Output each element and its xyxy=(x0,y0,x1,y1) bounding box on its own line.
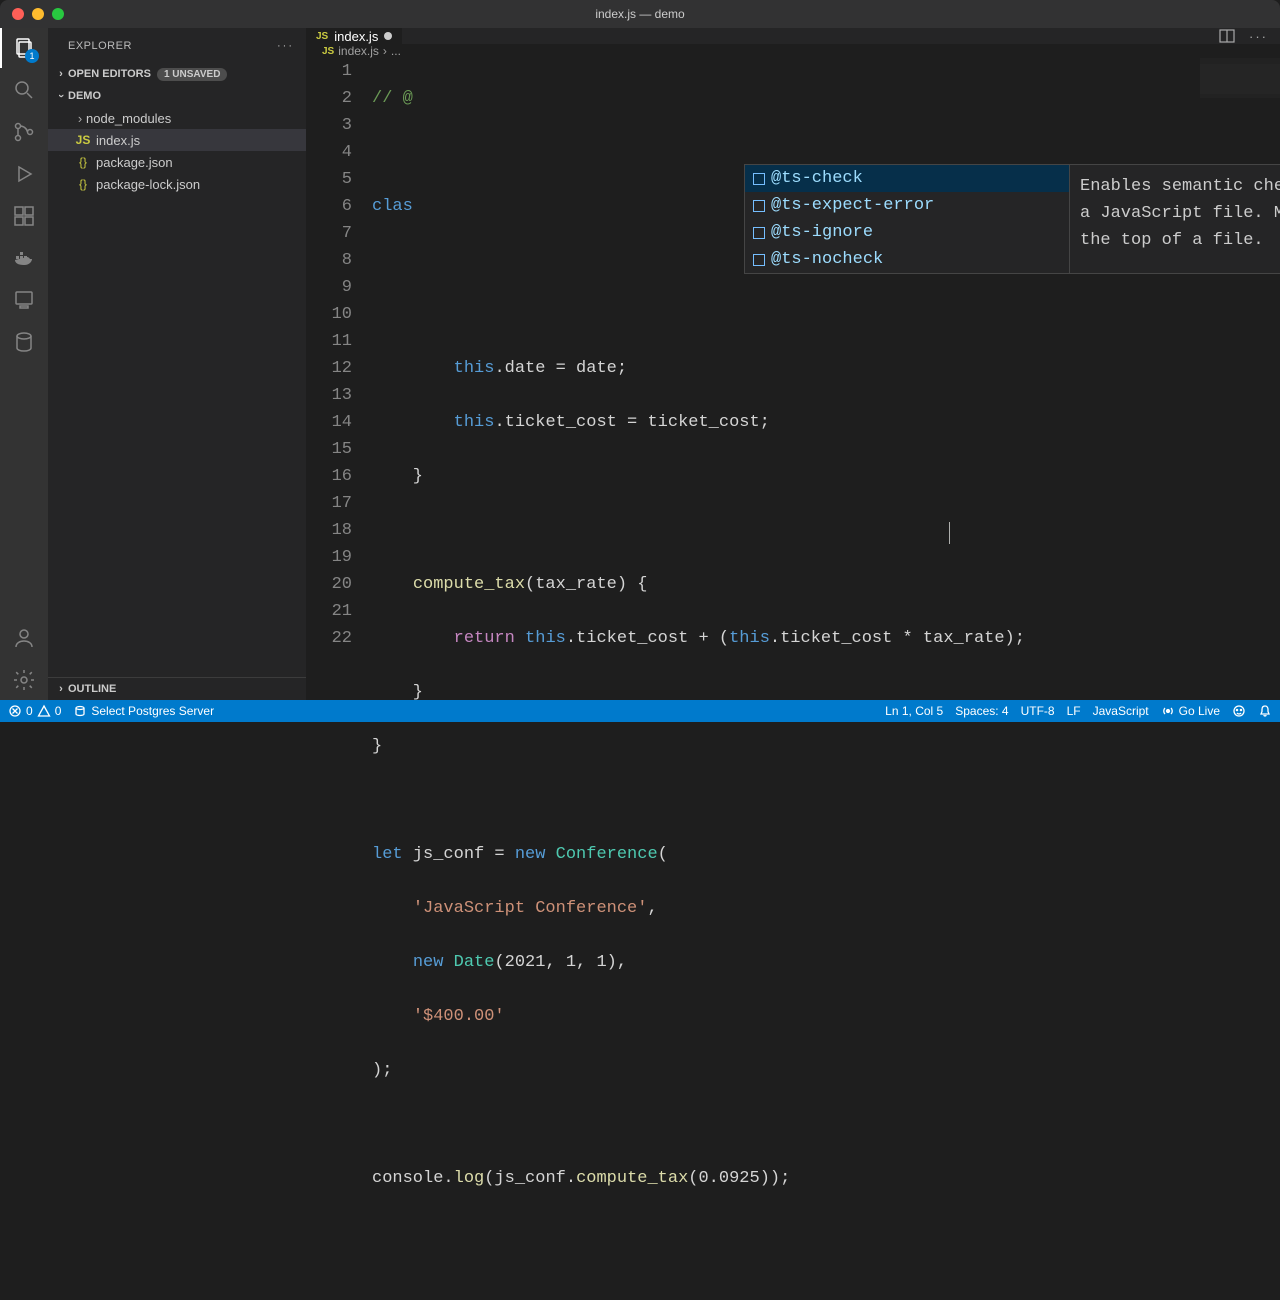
tab-label: index.js xyxy=(334,29,378,44)
editor-more-icon[interactable]: ··· xyxy=(1249,29,1268,44)
json-file-icon: {} xyxy=(74,155,92,169)
snippet-icon xyxy=(753,254,765,266)
minimize-window-button[interactable] xyxy=(32,8,44,20)
unsaved-badge: 1 UNSAVED xyxy=(157,68,228,81)
breadcrumb-file: index.js xyxy=(338,44,379,58)
editor-area: JS index.js ··· JS index.js › ... 123456… xyxy=(306,28,1280,700)
debug-icon[interactable] xyxy=(12,162,36,186)
folder-node-modules[interactable]: › node_modules xyxy=(48,107,306,129)
file-label: package-lock.json xyxy=(96,177,200,192)
gear-icon[interactable] xyxy=(12,668,36,692)
project-section[interactable]: › DEMO xyxy=(48,85,306,107)
suggest-item-ts-check[interactable]: @ts-check xyxy=(745,165,1069,192)
window-title: index.js — demo xyxy=(595,7,684,21)
database-icon[interactable] xyxy=(12,330,36,354)
snippet-icon xyxy=(753,200,765,212)
account-icon[interactable] xyxy=(12,626,36,650)
traffic-lights xyxy=(0,8,64,20)
folder-label: node_modules xyxy=(86,111,171,126)
outline-label: OUTLINE xyxy=(68,683,116,695)
docker-icon[interactable] xyxy=(12,246,36,270)
tab-row: JS index.js ··· xyxy=(306,28,1280,44)
outline-section[interactable]: › OUTLINE xyxy=(48,678,306,700)
titlebar: index.js — demo xyxy=(0,0,1280,28)
file-package-json[interactable]: {} package.json xyxy=(48,151,306,173)
source-control-icon[interactable] xyxy=(12,120,36,144)
open-editors-label: OPEN EDITORS xyxy=(68,68,151,80)
suggest-detail: × Enables semantic checking in a JavaScr… xyxy=(1070,164,1280,274)
js-file-icon: JS xyxy=(316,31,328,42)
tab-index-js[interactable]: JS index.js xyxy=(306,28,403,44)
sidebar-more-icon[interactable]: ··· xyxy=(277,40,294,52)
breadcrumbs[interactable]: JS index.js › ... xyxy=(306,44,1280,58)
intellisense-popup: @ts-check @ts-expect-error @ts-ignore @t… xyxy=(744,164,1280,274)
json-file-icon: {} xyxy=(74,177,92,191)
dirty-indicator-icon xyxy=(384,32,392,40)
chevron-right-icon: › xyxy=(383,44,387,58)
suggest-item-ts-expect-error[interactable]: @ts-expect-error xyxy=(745,192,1069,219)
explorer-badge: 1 xyxy=(25,49,39,63)
close-window-button[interactable] xyxy=(12,8,24,20)
file-index-js[interactable]: JS index.js xyxy=(48,129,306,151)
file-label: index.js xyxy=(96,133,140,148)
activity-bar: 1 xyxy=(0,28,48,700)
split-editor-icon[interactable] xyxy=(1219,28,1235,44)
text-cursor-icon xyxy=(949,522,950,544)
breadcrumb-symbol: ... xyxy=(391,44,401,58)
extensions-icon[interactable] xyxy=(12,204,36,228)
js-file-icon: JS xyxy=(74,133,92,147)
suggest-item-ts-ignore[interactable]: @ts-ignore xyxy=(745,219,1069,246)
snippet-icon xyxy=(753,227,765,239)
suggest-list: @ts-check @ts-expect-error @ts-ignore @t… xyxy=(744,164,1070,274)
line-gutter: 12345678910111213141516171819202122 xyxy=(306,58,372,1300)
snippet-icon xyxy=(753,173,765,185)
explorer-icon[interactable]: 1 xyxy=(12,36,36,60)
suggest-item-ts-nocheck[interactable]: @ts-nocheck xyxy=(745,246,1069,273)
project-name: DEMO xyxy=(68,90,101,102)
open-editors-section[interactable]: › OPEN EDITORS 1 UNSAVED xyxy=(48,63,306,85)
code-editor[interactable]: 12345678910111213141516171819202122 // @… xyxy=(306,58,1280,1300)
file-package-lock[interactable]: {} package-lock.json xyxy=(48,173,306,195)
status-postgres[interactable]: Select Postgres Server xyxy=(73,704,214,718)
file-label: package.json xyxy=(96,155,173,170)
suggest-detail-text: Enables semantic checking in a JavaScrip… xyxy=(1080,177,1280,250)
sidebar-title: EXPLORER xyxy=(68,40,132,52)
js-file-icon: JS xyxy=(322,46,334,57)
explorer-sidebar: EXPLORER ··· › OPEN EDITORS 1 UNSAVED › … xyxy=(48,28,306,700)
maximize-window-button[interactable] xyxy=(52,8,64,20)
status-errors[interactable]: 0 0 xyxy=(8,704,61,718)
search-icon[interactable] xyxy=(12,78,36,102)
remote-icon[interactable] xyxy=(12,288,36,312)
